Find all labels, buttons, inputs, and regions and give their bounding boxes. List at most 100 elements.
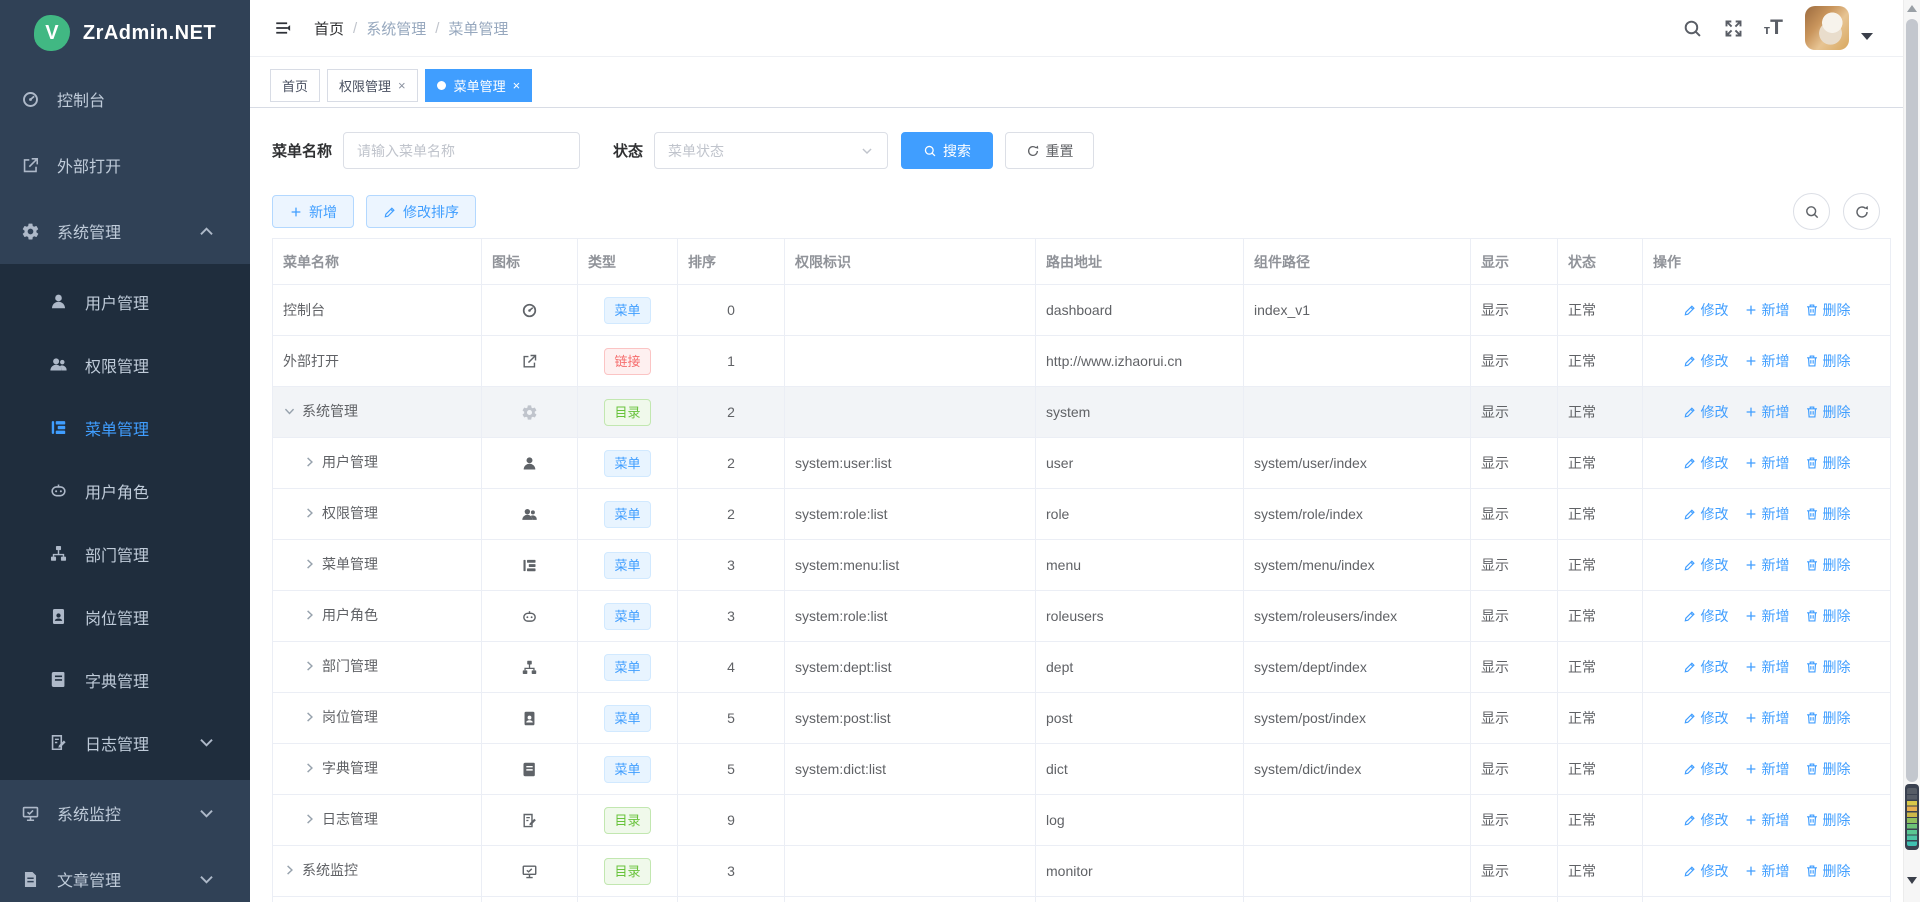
hamburger-icon[interactable] — [274, 19, 292, 37]
edit-link[interactable]: 修改 — [1683, 402, 1729, 422]
edit-link[interactable]: 修改 — [1683, 555, 1729, 575]
expand-caret-icon[interactable] — [303, 708, 316, 726]
add-link[interactable]: 新增 — [1744, 657, 1790, 677]
sidebar-item-系统管理[interactable]: 系统管理 — [0, 198, 250, 264]
visible-value: 显示 — [1471, 795, 1558, 846]
add-link[interactable]: 新增 — [1744, 351, 1790, 371]
menu-name-input[interactable] — [343, 132, 580, 169]
delete-link[interactable]: 删除 — [1805, 657, 1851, 677]
column-header-7: 显示 — [1471, 239, 1558, 285]
sidebar-item-部门管理[interactable]: 部门管理 — [0, 522, 250, 585]
scrollbar-up-arrow[interactable] — [1907, 5, 1917, 12]
add-link[interactable]: 新增 — [1744, 861, 1790, 881]
edit-link[interactable]: 修改 — [1683, 861, 1729, 881]
tab-menu-manage[interactable]: 菜单管理 × — [425, 69, 533, 102]
expand-caret-icon[interactable] — [303, 453, 316, 471]
fontsize-icon[interactable]: тT — [1764, 16, 1783, 40]
delete-link[interactable]: 删除 — [1805, 555, 1851, 575]
add-link[interactable]: 新增 — [1744, 504, 1790, 524]
delete-link[interactable]: 删除 — [1805, 453, 1851, 473]
sidebar-item-权限管理[interactable]: 权限管理 — [0, 333, 250, 396]
edit-link[interactable]: 修改 — [1683, 708, 1729, 728]
plus-icon — [1744, 354, 1758, 368]
sidebar-item-控制台[interactable]: 控制台 — [0, 66, 250, 132]
sidebar-item-文章管理[interactable]: 文章管理 — [0, 846, 250, 902]
trash-icon — [1805, 456, 1819, 470]
app-logo[interactable]: V ZrAdmin.NET — [0, 0, 250, 66]
breadcrumb-system[interactable]: 系统管理 — [366, 18, 426, 39]
status-select-placeholder: 菜单状态 — [668, 141, 724, 161]
add-link[interactable]: 新增 — [1744, 759, 1790, 779]
reset-button[interactable]: 重置 — [1005, 132, 1094, 169]
user-dropdown-caret[interactable] — [1861, 33, 1873, 40]
add-link[interactable]: 新增 — [1744, 300, 1790, 320]
order-value: 2 — [678, 438, 785, 489]
add-link[interactable]: 新增 — [1744, 402, 1790, 422]
expand-caret-icon[interactable] — [303, 657, 316, 675]
show-search-button[interactable] — [1793, 193, 1830, 230]
avatar[interactable] — [1805, 6, 1849, 50]
breadcrumb-separator: / — [353, 20, 357, 37]
close-icon[interactable]: × — [513, 79, 521, 92]
delete-link[interactable]: 删除 — [1805, 759, 1851, 779]
add-link[interactable]: 新增 — [1744, 606, 1790, 626]
page-scrollbar[interactable] — [1903, 0, 1920, 902]
delete-link[interactable]: 删除 — [1805, 810, 1851, 830]
edit-link[interactable]: 修改 — [1683, 606, 1729, 626]
edit-sort-button[interactable]: 修改排序 — [366, 195, 476, 228]
scrollbar-thumb[interactable] — [1906, 19, 1918, 782]
search-icon[interactable] — [1682, 18, 1703, 39]
delete-link[interactable]: 删除 — [1805, 861, 1851, 881]
expand-caret-icon[interactable] — [283, 861, 296, 879]
sidebar-item-岗位管理[interactable]: 岗位管理 — [0, 585, 250, 648]
sidebar-item-外部打开[interactable]: 外部打开 — [0, 132, 250, 198]
sidebar-item-菜单管理[interactable]: 菜单管理 — [0, 396, 250, 459]
route-value: system — [1036, 387, 1244, 438]
close-icon[interactable]: × — [398, 79, 406, 92]
delete-link[interactable]: 删除 — [1805, 606, 1851, 626]
edit-link[interactable]: 修改 — [1683, 453, 1729, 473]
delete-link[interactable]: 删除 — [1805, 504, 1851, 524]
tab-home[interactable]: 首页 — [270, 69, 320, 102]
tab-role-manage[interactable]: 权限管理 × — [327, 69, 418, 102]
delete-link[interactable]: 删除 — [1805, 402, 1851, 422]
add-link[interactable]: 新增 — [1744, 555, 1790, 575]
edit-link[interactable]: 修改 — [1683, 504, 1729, 524]
expand-caret-icon[interactable] — [303, 555, 316, 573]
type-tag: 目录 — [604, 807, 650, 834]
monitor-icon — [21, 804, 40, 823]
sidebar-item-系统监控[interactable]: 系统监控 — [0, 780, 250, 846]
add-link[interactable]: 新增 — [1744, 708, 1790, 728]
sidebar-item-用户管理[interactable]: 用户管理 — [0, 270, 250, 333]
expand-caret-icon[interactable] — [303, 810, 316, 828]
sidebar-item-日志管理[interactable]: 日志管理 — [0, 711, 250, 774]
trash-icon — [1805, 354, 1819, 368]
delete-link[interactable]: 删除 — [1805, 351, 1851, 371]
search-button[interactable]: 搜索 — [901, 132, 993, 169]
status-select[interactable]: 菜单状态 — [654, 132, 888, 169]
breadcrumb-home[interactable]: 首页 — [314, 18, 344, 39]
edit-link[interactable]: 修改 — [1683, 810, 1729, 830]
expand-caret-icon[interactable] — [303, 504, 316, 522]
plus-icon — [289, 205, 303, 219]
add-button[interactable]: 新增 — [272, 195, 354, 228]
sidebar-item-字典管理[interactable]: 字典管理 — [0, 648, 250, 711]
expand-caret-icon[interactable] — [303, 759, 316, 777]
edit-link[interactable]: 修改 — [1683, 351, 1729, 371]
add-link[interactable]: 新增 — [1744, 810, 1790, 830]
expand-caret-icon[interactable] — [281, 405, 299, 418]
type-tag: 目录 — [604, 399, 650, 426]
add-link[interactable]: 新增 — [1744, 453, 1790, 473]
fullscreen-icon[interactable] — [1723, 18, 1744, 39]
edit-link[interactable]: 修改 — [1683, 300, 1729, 320]
edit-link[interactable]: 修改 — [1683, 657, 1729, 677]
refresh-button[interactable] — [1843, 193, 1880, 230]
table-header-row: 菜单名称图标类型排序权限标识路由地址组件路径显示状态操作 — [273, 239, 1891, 285]
delete-link[interactable]: 删除 — [1805, 300, 1851, 320]
scrollbar-down-arrow[interactable] — [1907, 877, 1917, 884]
edit-link[interactable]: 修改 — [1683, 759, 1729, 779]
sidebar-item-用户角色[interactable]: 用户角色 — [0, 459, 250, 522]
expand-caret-icon[interactable] — [303, 606, 316, 624]
delete-link[interactable]: 删除 — [1805, 708, 1851, 728]
menu-name: 用户角色 — [322, 605, 378, 625]
